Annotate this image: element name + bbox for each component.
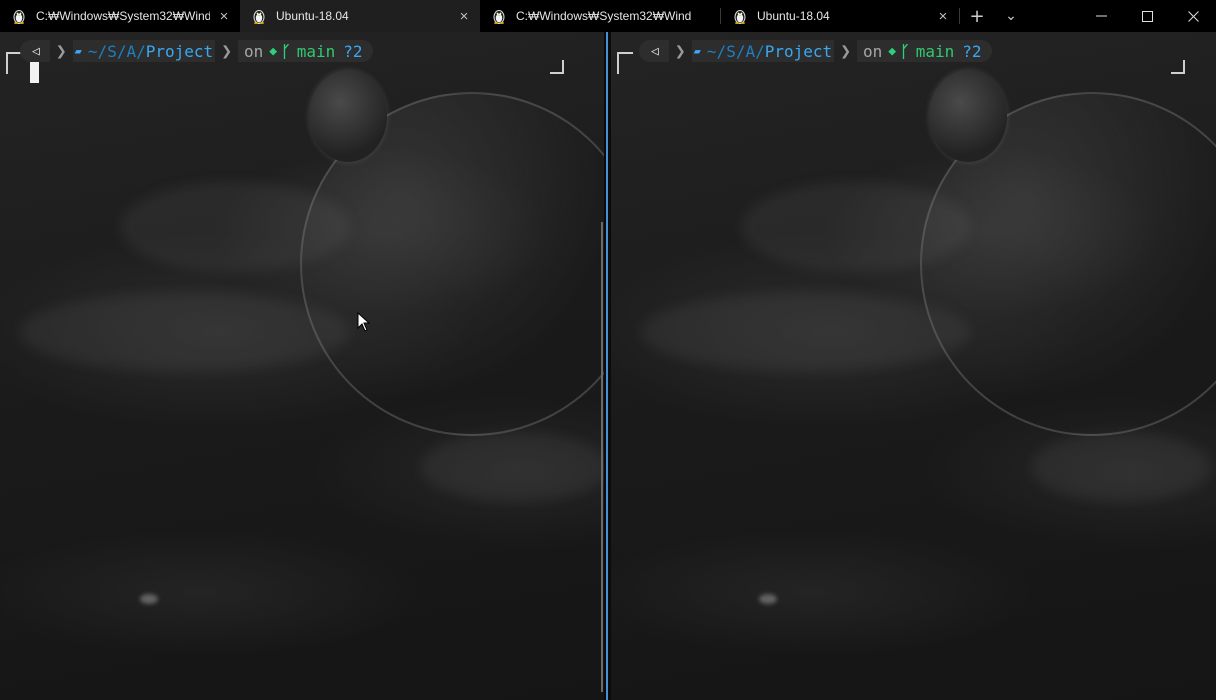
path-current-dir: Project <box>145 41 214 61</box>
linux-penguin-icon <box>13 10 25 24</box>
git-branch-icon: ᚴ <box>900 41 910 61</box>
prompt-on-label: on <box>244 41 264 61</box>
prompt-on-label: on <box>863 41 883 61</box>
background-cloud <box>20 292 350 372</box>
git-branch-name: main <box>915 41 955 61</box>
terminal-pane-right[interactable]: ◁ ❯ ▰ ~ / S / A / Project ❯ on ◆ ᚴ main ?2 <box>611 32 1216 700</box>
background-cloud <box>641 292 971 372</box>
window-close-button[interactable] <box>1170 0 1216 32</box>
path-home: ~ <box>706 41 717 61</box>
minimize-button[interactable] <box>1078 0 1124 32</box>
chevron-right-icon: ❯ <box>840 40 852 62</box>
os-penguin-icon: ◁ <box>32 43 40 59</box>
background-cloud <box>741 182 971 272</box>
path-separator: / <box>716 41 727 61</box>
prompt-path-segment: ▰ ~ / S / A / Project <box>72 40 216 62</box>
background-cloud <box>120 182 350 272</box>
path-part: A <box>745 41 756 61</box>
linux-penguin-icon <box>734 10 746 24</box>
close-icon[interactable]: × <box>456 8 472 25</box>
pane-divider-line <box>606 32 608 700</box>
path-current-dir: Project <box>764 41 833 61</box>
tab-ubuntu-2[interactable]: Ubuntu-18.04 × <box>721 0 959 32</box>
linux-penguin-icon <box>253 10 265 24</box>
new-tab-button[interactable]: + <box>960 0 994 32</box>
path-part: S <box>107 41 117 61</box>
chevron-right-icon: ❯ <box>55 40 67 62</box>
corner-bracket-right <box>550 60 564 74</box>
path-home: ~ <box>87 41 98 61</box>
close-icon[interactable]: × <box>935 8 951 25</box>
tab-ubuntu-1[interactable]: Ubuntu-18.04 × <box>240 0 480 32</box>
minimize-icon <box>1095 15 1107 17</box>
background-light <box>759 594 777 604</box>
mouse-pointer-icon <box>357 312 371 332</box>
git-status: ?2 <box>962 41 982 61</box>
prompt-os-segment: ◁ <box>20 40 50 62</box>
folder-icon: ▰ <box>693 44 701 58</box>
pane-divider[interactable] <box>604 32 611 700</box>
maximize-icon <box>1141 10 1153 22</box>
background-light <box>140 594 158 604</box>
path-separator: / <box>97 41 108 61</box>
background-moon <box>309 70 387 162</box>
os-penguin-icon: ◁ <box>651 43 659 59</box>
prompt-path-segment: ▰ ~ / S / A / Project <box>691 40 835 62</box>
path-part: A <box>126 41 137 61</box>
title-bar: C:₩Windows₩System32₩Wind × Ubuntu-18.04 … <box>0 0 1216 32</box>
tab-dropdown-button[interactable]: ⌄ <box>994 0 1028 32</box>
maximize-button[interactable] <box>1124 0 1170 32</box>
tab-title: C:₩Windows₩System32₩Wind <box>36 9 210 23</box>
github-icon: ◆ <box>269 43 278 59</box>
text-cursor <box>30 62 39 83</box>
tab-title: C:₩Windows₩System32₩Wind <box>516 9 692 23</box>
terminal-pane-left[interactable]: ◁ ❯ ▰ ~ / S / A / Project ❯ on ◆ ᚴ main ?2 <box>0 32 604 700</box>
folder-icon: ▰ <box>74 44 82 58</box>
linux-penguin-icon <box>493 10 505 24</box>
corner-bracket-left <box>617 52 633 74</box>
chevron-right-icon: ❯ <box>674 40 686 62</box>
path-separator: / <box>755 41 765 61</box>
path-part: S <box>726 41 736 61</box>
chevron-right-icon: ❯ <box>221 40 233 62</box>
scrollbar[interactable] <box>601 222 603 692</box>
prompt-git-segment: on ◆ ᚴ main ?2 <box>857 40 992 62</box>
corner-bracket-right <box>1171 60 1185 74</box>
tab-title: Ubuntu-18.04 <box>757 9 830 23</box>
close-icon[interactable]: × <box>216 8 232 25</box>
background-moon <box>929 70 1007 162</box>
drag-region[interactable] <box>1028 0 1078 32</box>
github-icon: ◆ <box>888 43 897 59</box>
tab-title: Ubuntu-18.04 <box>276 9 349 23</box>
git-branch-name: main <box>296 41 336 61</box>
shell-prompt: ◁ ❯ ▰ ~ / S / A / Project ❯ on ◆ ᚴ main ?2 <box>20 40 373 62</box>
tab-cmd-1[interactable]: C:₩Windows₩System32₩Wind × <box>0 0 240 32</box>
path-separator: / <box>136 41 146 61</box>
prompt-os-segment: ◁ <box>639 40 669 62</box>
shell-prompt: ◁ ❯ ▰ ~ / S / A / Project ❯ on ◆ ᚴ main ?2 <box>639 40 992 62</box>
git-status: ?2 <box>343 41 363 61</box>
git-branch-icon: ᚴ <box>281 41 291 61</box>
background-cloud <box>420 432 604 502</box>
path-separator: / <box>735 41 746 61</box>
tab-cmd-2[interactable]: C:₩Windows₩System32₩Wind <box>480 0 720 32</box>
background-cloud <box>1031 432 1211 502</box>
path-separator: / <box>116 41 127 61</box>
prompt-git-segment: on ◆ ᚴ main ?2 <box>238 40 373 62</box>
close-icon <box>1187 10 1199 22</box>
